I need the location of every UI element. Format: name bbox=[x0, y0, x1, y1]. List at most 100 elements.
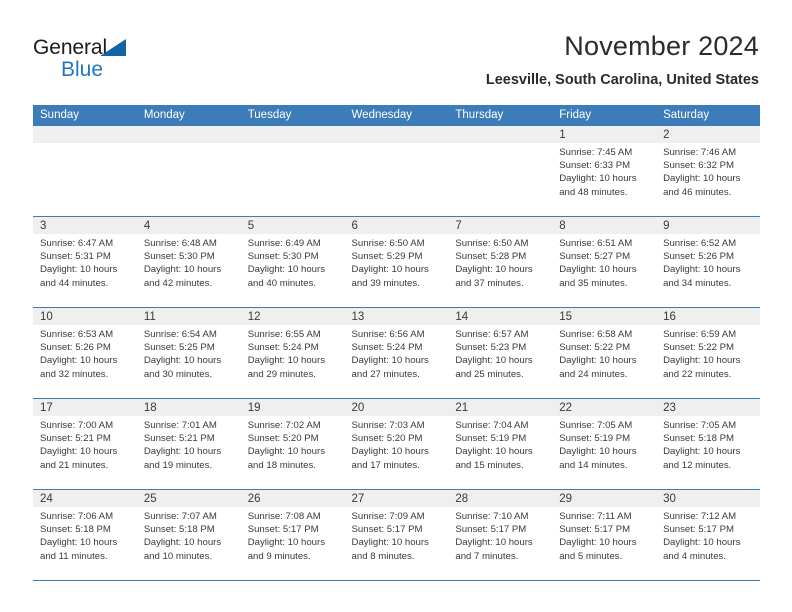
sunset-text: Sunset: 5:26 PM bbox=[40, 342, 111, 354]
day-cell[interactable]: 1 Sunrise: 7:45 AM Sunset: 6:33 PM Daylight… bbox=[552, 126, 657, 217]
logo-text-general: General bbox=[33, 36, 108, 59]
sunset-text: Sunset: 5:18 PM bbox=[143, 524, 215, 536]
week-row: 3 Sunrise: 6:47 AM Sunset: 5:31 PM Daylight… bbox=[33, 217, 760, 308]
weekday-header-friday: Friday bbox=[552, 105, 657, 126]
day-cell[interactable] bbox=[240, 126, 345, 217]
daylight-text: Daylight: 10 hours and 14 minutes. bbox=[559, 446, 637, 471]
day-cell[interactable]: 2 Sunrise: 7:46 AM Sunset: 6:32 PM Daylight… bbox=[656, 126, 760, 217]
day-number: 28 bbox=[448, 490, 553, 507]
day-number: 19 bbox=[240, 399, 345, 416]
day-details: Sunrise: 6:50 AM Sunset: 5:29 PM Daylight:… bbox=[345, 234, 449, 290]
day-cell[interactable]: 14 Sunrise: 6:57 AM Sunset: 5:23 PM Dayligh… bbox=[448, 308, 553, 399]
day-cell[interactable]: 11 Sunrise: 6:54 AM Sunset: 5:25 PM Dayligh… bbox=[136, 308, 241, 399]
logo-text-blue: Blue bbox=[61, 58, 104, 81]
day-number: 11 bbox=[136, 308, 241, 325]
page-header: General Blue November 2024 Leesville, So… bbox=[0, 22, 792, 98]
day-cell[interactable]: 13 Sunrise: 6:56 AM Sunset: 5:24 PM Dayligh… bbox=[344, 308, 449, 399]
sunset-text: Sunset: 5:17 PM bbox=[247, 524, 319, 536]
sunrise-text: Sunrise: 6:50 AM bbox=[351, 238, 425, 249]
day-cell[interactable]: 19 Sunrise: 7:02 AM Sunset: 5:20 PM Dayligh… bbox=[240, 399, 345, 490]
sunset-text: Sunset: 5:30 PM bbox=[143, 251, 215, 263]
day-cell[interactable] bbox=[33, 126, 137, 217]
day-cell[interactable]: 20 Sunrise: 7:03 AM Sunset: 5:20 PM Dayligh… bbox=[344, 399, 449, 490]
day-cell[interactable]: 24 Sunrise: 7:06 AM Sunset: 5:18 PM Dayligh… bbox=[33, 490, 137, 581]
week-row: 10 Sunrise: 6:53 AM Sunset: 5:26 PM Dayligh… bbox=[33, 308, 760, 399]
day-cell[interactable]: 18 Sunrise: 7:01 AM Sunset: 5:21 PM Dayligh… bbox=[136, 399, 241, 490]
daylight-text: Daylight: 10 hours and 10 minutes. bbox=[143, 537, 222, 562]
day-cell[interactable]: 23 Sunrise: 7:05 AM Sunset: 5:18 PM Dayligh… bbox=[656, 399, 760, 490]
daylight-text: Daylight: 10 hours and 4 minutes. bbox=[663, 537, 741, 562]
daylight-text: Daylight: 10 hours and 44 minutes. bbox=[40, 264, 118, 289]
sunrise-text: Sunrise: 7:10 AM bbox=[455, 511, 529, 522]
daylight-text: Daylight: 10 hours and 39 minutes. bbox=[351, 264, 429, 289]
sunset-text: Sunset: 5:22 PM bbox=[559, 342, 631, 354]
day-cell[interactable]: 5 Sunrise: 6:49 AM Sunset: 5:30 PM Daylight… bbox=[240, 217, 345, 308]
day-cell[interactable]: 30 Sunrise: 7:12 AM Sunset: 5:17 PM Dayligh… bbox=[656, 490, 760, 581]
day-number: 26 bbox=[240, 490, 345, 507]
day-cell[interactable]: 15 Sunrise: 6:58 AM Sunset: 5:22 PM Dayligh… bbox=[552, 308, 657, 399]
day-number: 1 bbox=[552, 126, 657, 143]
sunrise-text: Sunrise: 7:46 AM bbox=[663, 147, 737, 158]
day-cell[interactable]: 26 Sunrise: 7:08 AM Sunset: 5:17 PM Dayligh… bbox=[240, 490, 345, 581]
day-number: 20 bbox=[344, 399, 449, 416]
day-cell[interactable]: 9 Sunrise: 6:52 AM Sunset: 5:26 PM Daylight… bbox=[656, 217, 760, 308]
day-details: Sunrise: 7:06 AM Sunset: 5:18 PM Daylight:… bbox=[33, 507, 137, 563]
day-cell[interactable]: 21 Sunrise: 7:04 AM Sunset: 5:19 PM Dayligh… bbox=[448, 399, 553, 490]
daylight-text: Daylight: 10 hours and 35 minutes. bbox=[559, 264, 637, 289]
day-cell[interactable]: 10 Sunrise: 6:53 AM Sunset: 5:26 PM Dayligh… bbox=[33, 308, 137, 399]
general-blue-logo[interactable]: General Blue bbox=[33, 36, 213, 88]
day-cell[interactable]: 16 Sunrise: 6:59 AM Sunset: 5:22 PM Dayligh… bbox=[656, 308, 760, 399]
day-cell[interactable]: 28 Sunrise: 7:10 AM Sunset: 5:17 PM Dayligh… bbox=[448, 490, 553, 581]
daylight-text: Daylight: 10 hours and 46 minutes. bbox=[663, 173, 741, 198]
sunrise-text: Sunrise: 7:12 AM bbox=[663, 511, 737, 522]
location-subtitle: Leesville, South Carolina, United States bbox=[485, 72, 759, 88]
daylight-text: Daylight: 10 hours and 8 minutes. bbox=[351, 537, 429, 562]
sunset-text: Sunset: 5:24 PM bbox=[247, 342, 319, 354]
daylight-text: Daylight: 10 hours and 19 minutes. bbox=[143, 446, 222, 471]
day-details: Sunrise: 6:53 AM Sunset: 5:26 PM Daylight:… bbox=[33, 325, 137, 381]
sunset-text: Sunset: 5:31 PM bbox=[40, 251, 111, 263]
day-cell[interactable]: 29 Sunrise: 7:11 AM Sunset: 5:17 PM Dayligh… bbox=[552, 490, 657, 581]
daylight-text: Daylight: 10 hours and 40 minutes. bbox=[247, 264, 326, 289]
daylight-text: Daylight: 10 hours and 42 minutes. bbox=[143, 264, 222, 289]
sunrise-text: Sunrise: 7:05 AM bbox=[663, 420, 737, 431]
daylight-text: Daylight: 10 hours and 37 minutes. bbox=[455, 264, 533, 289]
day-cell[interactable] bbox=[448, 126, 553, 217]
daylight-text: Daylight: 10 hours and 48 minutes. bbox=[559, 173, 637, 198]
day-cell[interactable]: 6 Sunrise: 6:50 AM Sunset: 5:29 PM Daylight… bbox=[344, 217, 449, 308]
day-cell[interactable]: 22 Sunrise: 7:05 AM Sunset: 5:19 PM Dayligh… bbox=[552, 399, 657, 490]
sunrise-text: Sunrise: 6:59 AM bbox=[663, 329, 737, 340]
daylight-text: Daylight: 10 hours and 5 minutes. bbox=[559, 537, 637, 562]
day-cell[interactable]: 3 Sunrise: 6:47 AM Sunset: 5:31 PM Daylight… bbox=[33, 217, 137, 308]
day-details: Sunrise: 6:58 AM Sunset: 5:22 PM Daylight:… bbox=[552, 325, 656, 381]
sunrise-text: Sunrise: 7:09 AM bbox=[351, 511, 425, 522]
day-cell[interactable]: 25 Sunrise: 7:07 AM Sunset: 5:18 PM Dayligh… bbox=[136, 490, 241, 581]
sunset-text: Sunset: 5:25 PM bbox=[143, 342, 215, 354]
sunrise-text: Sunrise: 7:01 AM bbox=[143, 420, 217, 431]
day-cell[interactable]: 27 Sunrise: 7:09 AM Sunset: 5:17 PM Dayligh… bbox=[344, 490, 449, 581]
sunrise-text: Sunrise: 7:11 AM bbox=[559, 511, 632, 522]
day-cell[interactable]: 8 Sunrise: 6:51 AM Sunset: 5:27 PM Daylight… bbox=[552, 217, 657, 308]
day-cell[interactable] bbox=[136, 126, 241, 217]
sunrise-text: Sunrise: 7:02 AM bbox=[247, 420, 321, 431]
day-details: Sunrise: 6:54 AM Sunset: 5:25 PM Daylight:… bbox=[137, 325, 241, 381]
sunrise-sunset-calendar: Sunday Monday Tuesday Wednesday Thursday… bbox=[33, 105, 760, 581]
daylight-text: Daylight: 10 hours and 27 minutes. bbox=[351, 355, 429, 380]
day-cell[interactable]: 7 Sunrise: 6:50 AM Sunset: 5:28 PM Daylight… bbox=[448, 217, 553, 308]
day-details: Sunrise: 7:07 AM Sunset: 5:18 PM Daylight:… bbox=[137, 507, 241, 563]
weekday-header-tuesday: Tuesday bbox=[240, 105, 345, 126]
day-cell[interactable] bbox=[344, 126, 449, 217]
day-cell[interactable]: 17 Sunrise: 7:00 AM Sunset: 5:21 PM Dayligh… bbox=[33, 399, 137, 490]
day-number: 4 bbox=[136, 217, 241, 234]
day-number bbox=[240, 126, 345, 143]
sunset-text: Sunset: 5:28 PM bbox=[455, 251, 527, 263]
daylight-text: Daylight: 10 hours and 34 minutes. bbox=[663, 264, 741, 289]
day-cell[interactable]: 4 Sunrise: 6:48 AM Sunset: 5:30 PM Daylight… bbox=[136, 217, 241, 308]
day-cell[interactable]: 12 Sunrise: 6:55 AM Sunset: 5:24 PM Dayligh… bbox=[240, 308, 345, 399]
day-number bbox=[448, 126, 553, 143]
title-block: November 2024 Leesville, South Carolina,… bbox=[486, 30, 759, 89]
day-details: Sunrise: 7:00 AM Sunset: 5:21 PM Daylight:… bbox=[33, 416, 137, 472]
day-details: Sunrise: 7:02 AM Sunset: 5:20 PM Daylight:… bbox=[241, 416, 345, 472]
week-row: 24 Sunrise: 7:06 AM Sunset: 5:18 PM Dayligh… bbox=[33, 490, 760, 581]
day-details: Sunrise: 6:47 AM Sunset: 5:31 PM Daylight:… bbox=[33, 234, 137, 290]
